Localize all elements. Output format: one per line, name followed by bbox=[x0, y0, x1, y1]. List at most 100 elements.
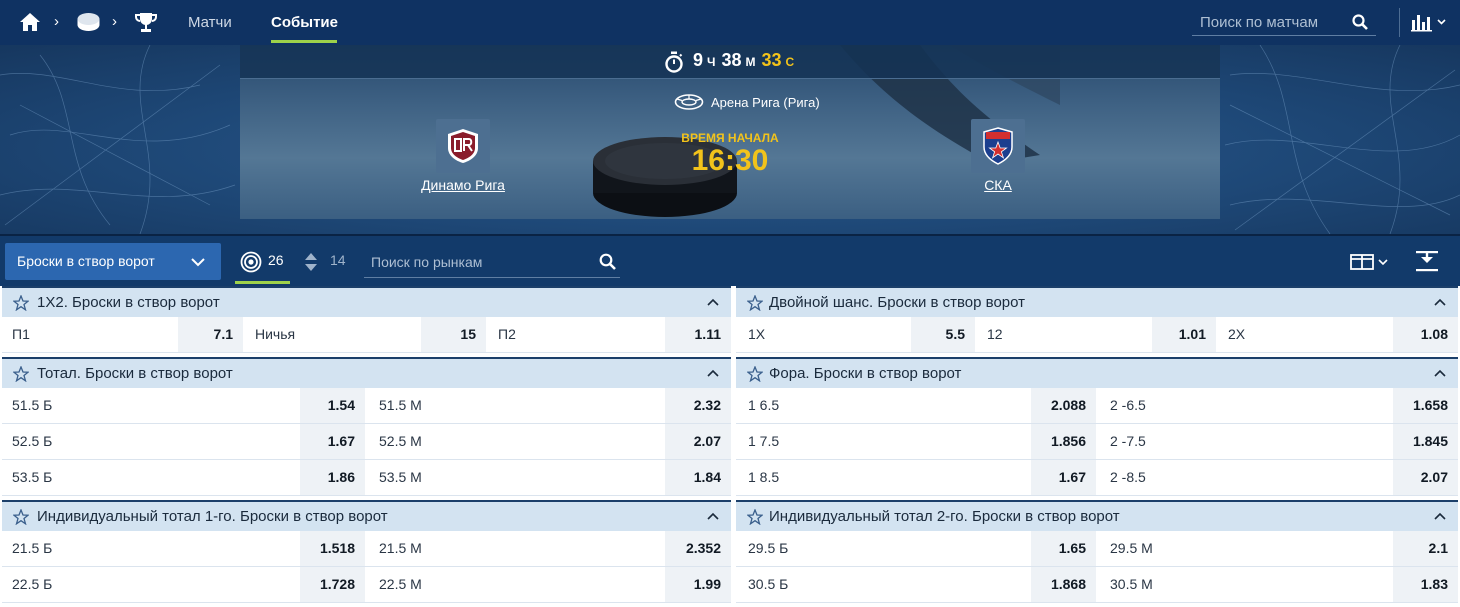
market-header[interactable]: Двойной шанс. Броски в створ ворот bbox=[736, 286, 1458, 317]
hockey-puck-icon[interactable] bbox=[77, 12, 100, 32]
chevron-up-icon[interactable] bbox=[707, 368, 719, 378]
outcome-cell[interactable]: 51.5 М 2.32 bbox=[367, 388, 731, 423]
odd-value[interactable]: 1.845 bbox=[1393, 424, 1458, 459]
favorite-star-icon[interactable] bbox=[13, 366, 29, 382]
market-header[interactable]: 1X2. Броски в створ ворот bbox=[2, 286, 731, 317]
outcome-cell[interactable]: 30.5 Б 1.868 bbox=[736, 567, 1097, 602]
odd-value[interactable]: 1.856 bbox=[1031, 424, 1096, 459]
outcome-cell[interactable]: П1 7.1 bbox=[2, 317, 245, 352]
favorite-star-icon[interactable] bbox=[747, 509, 763, 525]
market-header[interactable]: Индивидуальный тотал 1-го. Броски в ство… bbox=[2, 500, 731, 531]
away-team: СКА bbox=[938, 119, 1058, 193]
odd-value[interactable]: 2.07 bbox=[1393, 460, 1458, 495]
odd-value[interactable]: 1.67 bbox=[1031, 460, 1096, 495]
outcome-cell[interactable]: 53.5 М 1.84 bbox=[367, 460, 731, 495]
outcome-cell[interactable]: 1 8.5 1.67 bbox=[736, 460, 1097, 495]
chevron-up-icon[interactable] bbox=[1434, 511, 1446, 521]
chevron-up-icon[interactable] bbox=[707, 511, 719, 521]
market-row: 1X 5.5 12 1.01 2X 1.08 bbox=[736, 317, 1458, 353]
odd-value[interactable]: 1.83 bbox=[1393, 567, 1458, 602]
chevron-up-icon[interactable] bbox=[1434, 297, 1446, 307]
favorite-star-icon[interactable] bbox=[747, 366, 763, 382]
odd-value[interactable]: 1.67 bbox=[300, 424, 365, 459]
odd-value[interactable]: 1.08 bbox=[1393, 317, 1458, 352]
outcome-cell[interactable]: 51.5 Б 1.54 bbox=[2, 388, 366, 423]
outcome-cell[interactable]: 21.5 М 2.352 bbox=[367, 531, 731, 566]
odd-value[interactable]: 2.32 bbox=[665, 388, 731, 423]
market-header[interactable]: Индивидуальный тотал 2-го. Броски в ство… bbox=[736, 500, 1458, 531]
outcome-cell[interactable]: 12 1.01 bbox=[977, 317, 1217, 352]
statistics-icon[interactable] bbox=[1411, 12, 1447, 32]
active-tab-indicator bbox=[271, 40, 337, 43]
column-layout-icon[interactable] bbox=[1350, 252, 1390, 272]
favorite-star-icon[interactable] bbox=[13, 295, 29, 311]
outcome-cell[interactable]: 22.5 Б 1.728 bbox=[2, 567, 366, 602]
home-icon[interactable] bbox=[19, 12, 41, 32]
market-row: П1 7.1 Ничья 15 П2 1.11 bbox=[2, 317, 731, 353]
favorite-star-icon[interactable] bbox=[747, 295, 763, 311]
outcome-cell[interactable]: 2 -7.5 1.845 bbox=[1098, 424, 1458, 459]
outcome-cell[interactable]: 21.5 Б 1.518 bbox=[2, 531, 366, 566]
outcome-cell[interactable]: 1 6.5 2.088 bbox=[736, 388, 1097, 423]
away-team-link[interactable]: СКА bbox=[938, 177, 1058, 193]
outcome-cell[interactable]: 52.5 Б 1.67 bbox=[2, 424, 366, 459]
outcome-cell[interactable]: 1X 5.5 bbox=[736, 317, 976, 352]
odd-value[interactable]: 1.658 bbox=[1393, 388, 1458, 423]
market-individual-total-2: Индивидуальный тотал 2-го. Броски в ство… bbox=[736, 500, 1458, 603]
odd-value[interactable]: 2.088 bbox=[1031, 388, 1096, 423]
all-markets-target-icon[interactable] bbox=[240, 251, 262, 273]
trophy-icon[interactable] bbox=[135, 11, 157, 33]
search-icon[interactable] bbox=[1352, 14, 1368, 30]
outcome-cell[interactable]: 2X 1.08 bbox=[1218, 317, 1458, 352]
outcome-cell[interactable]: П2 1.11 bbox=[488, 317, 731, 352]
nav-link-event[interactable]: Событие bbox=[271, 14, 338, 32]
sort-up-down-icon[interactable] bbox=[304, 250, 318, 274]
outcome-cell[interactable]: 1 7.5 1.856 bbox=[736, 424, 1097, 459]
outcome-label: 53.5 М bbox=[379, 469, 422, 485]
odd-value[interactable]: 1.86 bbox=[300, 460, 365, 495]
odd-value[interactable]: 2.07 bbox=[665, 424, 731, 459]
odd-value[interactable]: 2.352 bbox=[665, 531, 731, 566]
outcome-cell[interactable]: 30.5 М 1.83 bbox=[1098, 567, 1458, 602]
match-search bbox=[1192, 10, 1376, 36]
outcome-cell[interactable]: 2 -8.5 2.07 bbox=[1098, 460, 1458, 495]
odd-value[interactable]: 1.868 bbox=[1031, 567, 1096, 602]
market-header[interactable]: Тотал. Броски в створ ворот bbox=[2, 357, 731, 388]
odd-value[interactable]: 15 bbox=[421, 317, 486, 352]
all-markets-count[interactable]: 26 bbox=[268, 252, 284, 268]
match-search-input[interactable] bbox=[1200, 12, 1350, 32]
odd-value[interactable]: 1.11 bbox=[665, 317, 731, 352]
odd-value[interactable]: 1.54 bbox=[300, 388, 365, 423]
market-group-dropdown[interactable]: Броски в створ ворот bbox=[5, 243, 221, 280]
chevron-up-icon[interactable] bbox=[707, 297, 719, 307]
dinamo-riga-logo-icon bbox=[436, 119, 490, 173]
chevron-up-icon[interactable] bbox=[1434, 368, 1446, 378]
market-header[interactable]: Фора. Броски в створ ворот bbox=[736, 357, 1458, 388]
market-search-input[interactable] bbox=[371, 252, 591, 272]
outcome-cell[interactable]: 29.5 М 2.1 bbox=[1098, 531, 1458, 566]
outcome-cell[interactable]: 22.5 М 1.99 bbox=[367, 567, 731, 602]
outcome-cell[interactable]: 52.5 М 2.07 bbox=[367, 424, 731, 459]
sorted-markets-count[interactable]: 14 bbox=[330, 252, 346, 268]
odd-value[interactable]: 7.1 bbox=[178, 317, 243, 352]
outcome-cell[interactable]: 29.5 Б 1.65 bbox=[736, 531, 1097, 566]
outcome-label: 2X bbox=[1228, 326, 1246, 342]
odd-value[interactable]: 1.728 bbox=[300, 567, 365, 602]
odd-value[interactable]: 1.01 bbox=[1152, 317, 1216, 352]
odd-value[interactable]: 1.99 bbox=[665, 567, 731, 602]
collapse-all-icon[interactable] bbox=[1415, 250, 1439, 272]
search-icon[interactable] bbox=[599, 253, 616, 270]
odd-value[interactable]: 1.84 bbox=[665, 460, 731, 495]
home-team-link[interactable]: Динамо Рига bbox=[403, 177, 523, 193]
odd-value[interactable]: 5.5 bbox=[911, 317, 975, 352]
outcome-label: 53.5 Б bbox=[12, 469, 53, 485]
odd-value[interactable]: 2.1 bbox=[1393, 531, 1458, 566]
market-row: 53.5 Б 1.86 53.5 М 1.84 bbox=[2, 460, 731, 496]
outcome-cell[interactable]: 2 -6.5 1.658 bbox=[1098, 388, 1458, 423]
odd-value[interactable]: 1.518 bbox=[300, 531, 365, 566]
nav-link-matches[interactable]: Матчи bbox=[188, 14, 232, 32]
favorite-star-icon[interactable] bbox=[13, 509, 29, 525]
odd-value[interactable]: 1.65 bbox=[1031, 531, 1096, 566]
outcome-cell[interactable]: 53.5 Б 1.86 bbox=[2, 460, 366, 495]
outcome-cell[interactable]: Ничья 15 bbox=[245, 317, 488, 352]
